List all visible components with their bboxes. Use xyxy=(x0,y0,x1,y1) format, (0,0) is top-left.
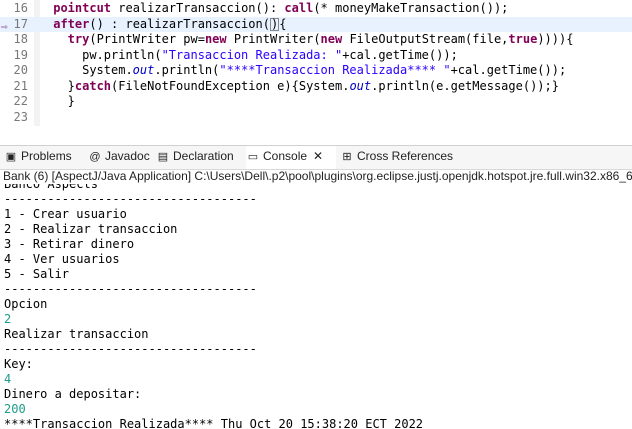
console-output-line: Dinero a depositar: xyxy=(4,387,142,401)
code-token: .println( xyxy=(154,63,220,77)
console-output-line: 3 - Retirar dinero xyxy=(4,237,135,251)
console-output-line: Realizar transaccion xyxy=(4,327,149,341)
code-text: after() : realizarTransaccion(){ xyxy=(53,17,286,33)
code-line[interactable]: 23 xyxy=(0,110,632,126)
code-text: pointcut realizarTransaccion(): call(* m… xyxy=(53,1,508,17)
view-tab-bar: ▣ Problems @ Javadoc ▤ Declaration ▭ Console… xyxy=(0,145,632,170)
code-token: out xyxy=(132,63,155,77)
tab-cross-references[interactable]: ⊞ Cross References xyxy=(340,146,453,169)
console-process-label: Bank (6) [AspectJ/Java Application] C:\U… xyxy=(3,169,632,183)
declaration-icon: ▤ xyxy=(157,151,169,163)
line-number: 22 xyxy=(13,94,28,108)
console-output-line: 4 - Ver usuarios xyxy=(4,252,120,266)
code-token: try xyxy=(67,32,90,46)
code-text: } xyxy=(68,94,75,110)
code-token: FileOutputStream(file, xyxy=(349,32,509,46)
console-output-line: ****Transaccion Realizada**** Thu Oct 20… xyxy=(4,417,424,429)
code-line[interactable]: 17 ⇨ after() : realizarTransaccion(){ xyxy=(0,16,632,33)
code-text: }catch(FileNotFoundException e){System.o… xyxy=(68,79,559,95)
code-token: () : realizarTransaccion( xyxy=(89,16,270,31)
code-token: "Transaccion Realizada: " xyxy=(161,47,343,62)
line-number: 18 xyxy=(13,32,28,46)
line-number: 23 xyxy=(13,109,28,124)
console-output-line: 1 - Crear usuario xyxy=(4,207,127,221)
code-token: } xyxy=(67,78,75,93)
console-output-line: Key: xyxy=(4,357,33,371)
code-token: realizarTransaccion(): xyxy=(118,1,285,15)
code-text: try(PrintWriter pw=new PrintWriter(new F… xyxy=(68,32,574,48)
code-token: (FileNotFoundException e){System. xyxy=(111,78,350,93)
console-output-line: ----------------------------------- xyxy=(4,282,257,296)
code-token: .println(e.getMessage());} xyxy=(371,78,559,93)
code-text: pw.println("Transaccion Realizada: "+cal… xyxy=(82,48,458,64)
console-icon: ▭ xyxy=(247,151,259,163)
code-token: } xyxy=(67,94,75,108)
code-token: catch xyxy=(74,78,112,93)
tab-javadoc[interactable]: @ Javadoc xyxy=(88,146,149,169)
code-token: new xyxy=(204,32,234,46)
code-text: System.out.println("****Transaccion Real… xyxy=(82,63,566,79)
code-token: pointcut xyxy=(53,1,119,15)
console-output[interactable]: Banco Aspects ---------------------------… xyxy=(0,184,632,429)
line-number: 21 xyxy=(13,78,28,93)
tab-problems[interactable]: ▣ Problems xyxy=(4,146,72,169)
tab-declaration[interactable]: ▤ Declaration xyxy=(156,146,234,169)
problems-icon: ▣ xyxy=(5,151,17,163)
code-token: System. xyxy=(82,63,133,77)
code-token: pw.println( xyxy=(82,47,162,62)
hierarchy-icon: ⊞ xyxy=(342,151,352,163)
code-editor[interactable]: 16 pointcut realizarTransaccion(): call(*… xyxy=(0,0,632,126)
close-icon[interactable]: ✕ xyxy=(313,149,323,163)
code-line[interactable]: 21}catch(FileNotFoundException e){System… xyxy=(0,79,632,95)
code-token: )))){ xyxy=(537,32,574,46)
console-input-line: 200 xyxy=(4,402,26,416)
line-number: 20 xyxy=(13,63,28,77)
code-token: PrintWriter( xyxy=(233,32,321,46)
console-output-line: Opcion xyxy=(4,297,48,311)
console-input-line: 2 xyxy=(4,312,12,326)
console-output-line: 2 - Realizar transaccion xyxy=(4,222,178,236)
code-token: { xyxy=(279,16,287,31)
code-token: ) xyxy=(269,16,280,31)
line-number: 19 xyxy=(13,47,28,62)
code-token: after xyxy=(53,16,90,31)
code-token: (* moneyMakeTransaction()); xyxy=(313,1,509,15)
console-output-line: ----------------------------------- xyxy=(4,342,257,356)
code-token: (PrintWriter pw= xyxy=(89,32,205,46)
code-token: true xyxy=(508,32,538,46)
console-input-line: 4 xyxy=(4,372,12,386)
line-number: 16 xyxy=(13,1,28,15)
code-line[interactable]: 18 try(PrintWriter pw=new PrintWriter(new… xyxy=(0,32,632,48)
code-line[interactable]: 20 System.out.println("****Transaccion Re… xyxy=(0,63,632,79)
code-token: +cal.getTime()); xyxy=(342,47,458,62)
console-output-line: Banco Aspects xyxy=(4,184,98,191)
code-line[interactable]: 19 pw.println("Transaccion Realizada: "+c… xyxy=(0,48,632,64)
console-output-line: ----------------------------------- xyxy=(4,192,257,206)
code-token: call xyxy=(284,1,314,15)
console-output-line: 5 - Salir xyxy=(4,267,70,281)
code-line[interactable]: 22} xyxy=(0,94,632,110)
code-token: new xyxy=(320,32,350,46)
at-icon: @ xyxy=(89,151,101,163)
code-token: +cal.getTime()); xyxy=(450,63,567,77)
code-token: "****Transaccion Realizada**** " xyxy=(219,63,451,77)
code-token: out xyxy=(349,78,372,93)
tab-console[interactable]: ▭ Console ✕ xyxy=(246,146,336,169)
code-line[interactable]: 16 pointcut realizarTransaccion(): call(*… xyxy=(0,1,632,17)
